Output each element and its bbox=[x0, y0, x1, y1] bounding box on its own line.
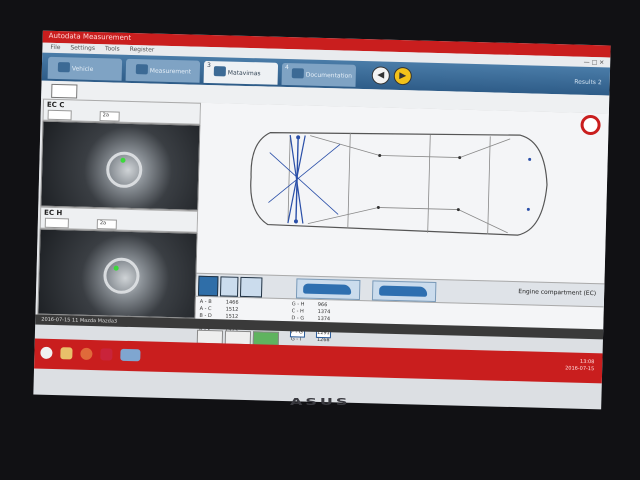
tab-vehicle-label: Vehicle bbox=[71, 65, 94, 73]
adapter-select[interactable] bbox=[44, 217, 69, 229]
start-icon[interactable] bbox=[40, 346, 53, 359]
point-h-photo bbox=[37, 228, 198, 319]
measurement-view: Engine compartment (EC) A - B A - C B - … bbox=[195, 102, 609, 343]
adapter-select[interactable] bbox=[47, 109, 72, 121]
system-tray[interactable]: 13:08 2016-07-15 bbox=[565, 358, 594, 373]
height-select[interactable]: 2a bbox=[99, 111, 120, 122]
menu-settings[interactable]: Settings bbox=[70, 44, 95, 52]
view-top-button[interactable] bbox=[197, 275, 219, 297]
back-button[interactable]: ◀ bbox=[371, 66, 391, 85]
camera-panel: EC C 2a EC H 2a bbox=[35, 98, 202, 319]
tab-vehicle[interactable]: Vehicle bbox=[47, 56, 123, 81]
tab-number: 4 bbox=[284, 63, 289, 72]
tab-documentation-label: Documentation bbox=[305, 71, 353, 80]
car-outline-diagram bbox=[250, 132, 548, 236]
tab-matavimas[interactable]: 3 Matavimas bbox=[203, 60, 279, 85]
menu-tools[interactable]: Tools bbox=[105, 45, 120, 52]
battery-button[interactable] bbox=[51, 83, 78, 99]
height-select[interactable]: 2a bbox=[96, 219, 117, 230]
target-icon[interactable] bbox=[580, 114, 601, 136]
point-label: EC H bbox=[43, 208, 63, 218]
tab-measurement[interactable]: Measurement bbox=[125, 58, 201, 83]
view-bottom-button[interactable] bbox=[239, 276, 263, 298]
menu-register[interactable]: Register bbox=[130, 46, 155, 54]
rear-view-button[interactable] bbox=[371, 280, 437, 303]
results-indicator: Results 2 bbox=[574, 78, 602, 87]
measurement-app-icon[interactable] bbox=[120, 348, 141, 362]
front-view-button[interactable] bbox=[295, 278, 361, 301]
app-window: Autodata Measurement File Settings Tools… bbox=[33, 30, 611, 410]
tab-documentation[interactable]: 4 Documentation bbox=[281, 62, 357, 87]
window-title: Autodata Measurement bbox=[48, 31, 132, 42]
folder-icon[interactable] bbox=[60, 347, 73, 360]
table-cell: 1268 bbox=[316, 336, 330, 344]
lift-icon bbox=[135, 64, 149, 75]
document-icon bbox=[291, 68, 304, 79]
bezel-logo: ASUS bbox=[290, 395, 351, 408]
tab-number: 3 bbox=[206, 61, 211, 70]
measure-icon bbox=[213, 66, 226, 77]
car-front-icon bbox=[303, 283, 352, 295]
car-rear-icon bbox=[379, 285, 428, 297]
browser-icon[interactable] bbox=[80, 347, 93, 361]
tab-matavimas-label: Matavimas bbox=[227, 69, 261, 78]
forward-button[interactable]: ▶ bbox=[393, 66, 413, 86]
menu-file[interactable]: File bbox=[50, 44, 60, 51]
vehicle-status: 2016-07-15 11 Mazda Mazda3 bbox=[41, 316, 118, 325]
view-side-button[interactable] bbox=[219, 276, 239, 297]
tab-measurement-label: Measurement bbox=[149, 67, 192, 76]
point-label: EC C bbox=[46, 100, 65, 110]
car-icon bbox=[57, 62, 71, 73]
point-c-photo bbox=[40, 120, 201, 211]
strut-mount bbox=[105, 151, 143, 189]
zone-label: Engine compartment (EC) bbox=[518, 288, 597, 298]
app-icon[interactable] bbox=[100, 348, 113, 361]
strut-mount bbox=[103, 257, 140, 295]
clock-date: 2016-07-15 bbox=[565, 365, 595, 373]
